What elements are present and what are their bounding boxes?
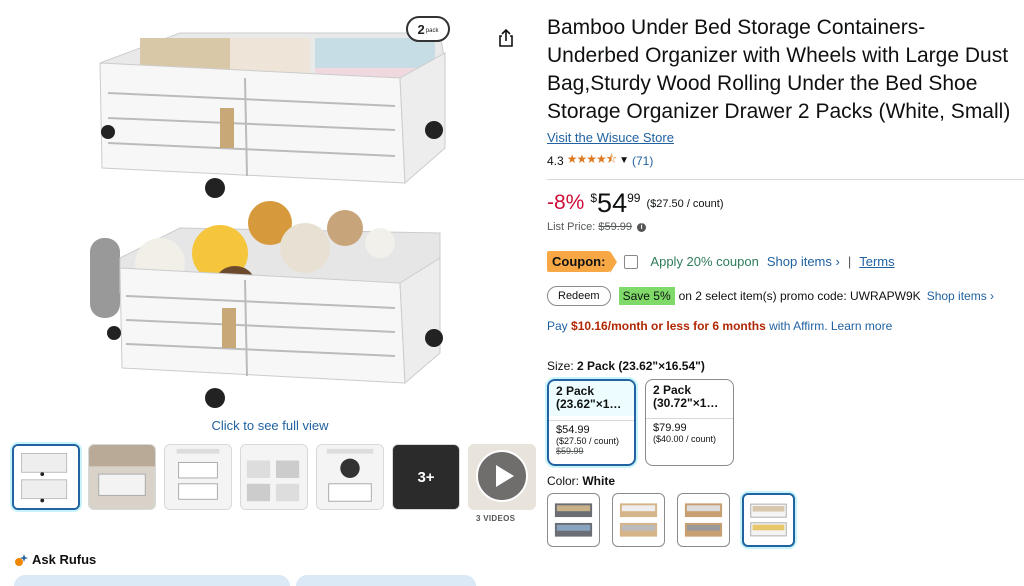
color-label-text: Color: bbox=[547, 474, 580, 488]
color-option-white[interactable] bbox=[742, 493, 795, 547]
size-options: 2 Pack (23.62"×1… $54.99 ($27.50 / count… bbox=[547, 379, 1017, 466]
size-option-list-price: $59.99 bbox=[556, 446, 584, 456]
size-option-large[interactable]: 2 Pack (30.72"×1… $79.99 ($40.00 / count… bbox=[645, 379, 734, 466]
product-title: Bamboo Under Bed Storage Containers-Unde… bbox=[547, 16, 1011, 123]
play-video-icon[interactable] bbox=[476, 450, 528, 502]
rating-count-link[interactable]: (71) bbox=[632, 154, 653, 168]
coupon-badge: Coupon: bbox=[547, 251, 618, 273]
thumbnail-video[interactable] bbox=[468, 444, 536, 510]
color-option-natural-wood-2[interactable] bbox=[677, 493, 730, 547]
more-images-count: 3+ bbox=[393, 445, 459, 509]
size-option-price: $54.99 bbox=[556, 424, 590, 436]
star-rating-icon[interactable]: ★★★★⯪ bbox=[567, 150, 617, 171]
ask-rufus-heading: Ask Rufus bbox=[14, 552, 96, 567]
color-label: Color: White bbox=[547, 474, 1017, 488]
coupon-terms-link[interactable]: Terms bbox=[859, 254, 894, 269]
size-option-small[interactable]: 2 Pack (23.62"×1… $54.99 ($27.50 / count… bbox=[547, 379, 636, 466]
pack-badge-text: pack bbox=[425, 27, 439, 34]
list-price-value: $59.99 bbox=[598, 221, 633, 233]
rating-row: 4.3 ★★★★⯪ ▼ (71) bbox=[547, 150, 1017, 171]
apply-coupon-text[interactable]: Apply 20% coupon bbox=[650, 254, 758, 269]
list-price-label: List Price: bbox=[547, 221, 596, 233]
color-option-natural-wood[interactable] bbox=[612, 493, 665, 547]
list-price: List Price: $59.99 i bbox=[547, 221, 1017, 233]
size-label-text: Size: bbox=[547, 359, 574, 373]
coupon-row: Coupon: Apply 20% coupon Shop items › | … bbox=[547, 251, 1017, 273]
main-product-image[interactable] bbox=[60, 8, 460, 410]
color-option-gray[interactable] bbox=[547, 493, 600, 547]
rufus-suggestion-2[interactable] bbox=[296, 575, 476, 586]
chevron-down-icon[interactable]: ▼ bbox=[619, 155, 629, 166]
size-option-unit-price: ($27.50 / count) bbox=[556, 436, 620, 446]
price-fraction: 99 bbox=[627, 191, 641, 205]
size-option-unit-price: ($40.00 / count) bbox=[653, 434, 717, 444]
thumbnail-strip: 3+ bbox=[12, 444, 536, 510]
size-label: Size: 2 Pack (23.62"×16.54") bbox=[547, 359, 1017, 373]
thumbnail-360-rotating-wheels[interactable] bbox=[316, 444, 384, 510]
divider bbox=[547, 179, 1024, 180]
apply-coupon-checkbox[interactable] bbox=[624, 254, 639, 269]
price-whole: 54 bbox=[597, 188, 628, 218]
videos-count-label: 3 VIDEOS bbox=[476, 514, 516, 523]
size-option-price: $79.99 bbox=[653, 422, 687, 434]
size-option-line2: (30.72"×1… bbox=[653, 396, 719, 410]
affirm-amount: $10.16/month or less for 6 months bbox=[571, 319, 766, 333]
pack-badge-number: 2 bbox=[417, 21, 425, 37]
thumbnail-more-images[interactable]: 3+ bbox=[392, 444, 460, 510]
info-icon[interactable]: i bbox=[637, 222, 647, 232]
redeem-button[interactable]: Redeem bbox=[547, 286, 611, 306]
discount-percent: -8% bbox=[547, 191, 585, 214]
rufus-suggestion-1[interactable] bbox=[14, 575, 290, 586]
color-options bbox=[547, 493, 1017, 547]
coupon-shop-items-link[interactable]: Shop items › bbox=[767, 254, 840, 269]
size-option-line2: (23.62"×1… bbox=[556, 397, 622, 411]
share-icon[interactable] bbox=[496, 28, 516, 48]
ask-rufus-label: Ask Rufus bbox=[32, 552, 97, 567]
thumbnail-product-dimensions[interactable] bbox=[164, 444, 232, 510]
color-selected: White bbox=[582, 474, 616, 488]
separator: | bbox=[847, 254, 852, 269]
thumbnail-main[interactable] bbox=[12, 444, 80, 510]
unit-price: ($27.50 / count) bbox=[646, 198, 724, 210]
price-currency: $ bbox=[590, 191, 598, 205]
pack-count-badge: 2 pack bbox=[406, 16, 450, 42]
product-info-panel: Bamboo Under Bed Storage Containers-Unde… bbox=[547, 14, 1024, 547]
affirm-financing[interactable]: Pay $10.16/month or less for 6 months wi… bbox=[547, 319, 1017, 333]
thumbnail-considerate-details[interactable] bbox=[240, 444, 308, 510]
promo-row: Redeem Save 5% on 2 select item(s) promo… bbox=[547, 286, 1017, 306]
visit-store-link[interactable]: Visit the Wisuce Store bbox=[547, 130, 674, 145]
promo-code-text: on 2 select item(s) promo code: UWRAPW9K bbox=[678, 289, 921, 303]
size-selected: 2 Pack (23.62"×16.54") bbox=[577, 359, 705, 373]
affirm-learn-more[interactable]: with Affirm. Learn more bbox=[769, 319, 892, 333]
rating-value: 4.3 bbox=[547, 153, 564, 168]
click-to-see-full-view[interactable]: Click to see full view bbox=[0, 418, 540, 433]
affirm-prefix: Pay bbox=[547, 319, 568, 333]
rufus-sparkle-icon bbox=[15, 553, 28, 566]
price-row: -8% $ 54 99 ($27.50 / count) bbox=[547, 189, 1017, 217]
promo-shop-items-link[interactable]: Shop items › bbox=[927, 289, 994, 303]
save-percent-badge: Save 5% bbox=[618, 287, 675, 305]
thumbnail-lifestyle[interactable] bbox=[88, 444, 156, 510]
